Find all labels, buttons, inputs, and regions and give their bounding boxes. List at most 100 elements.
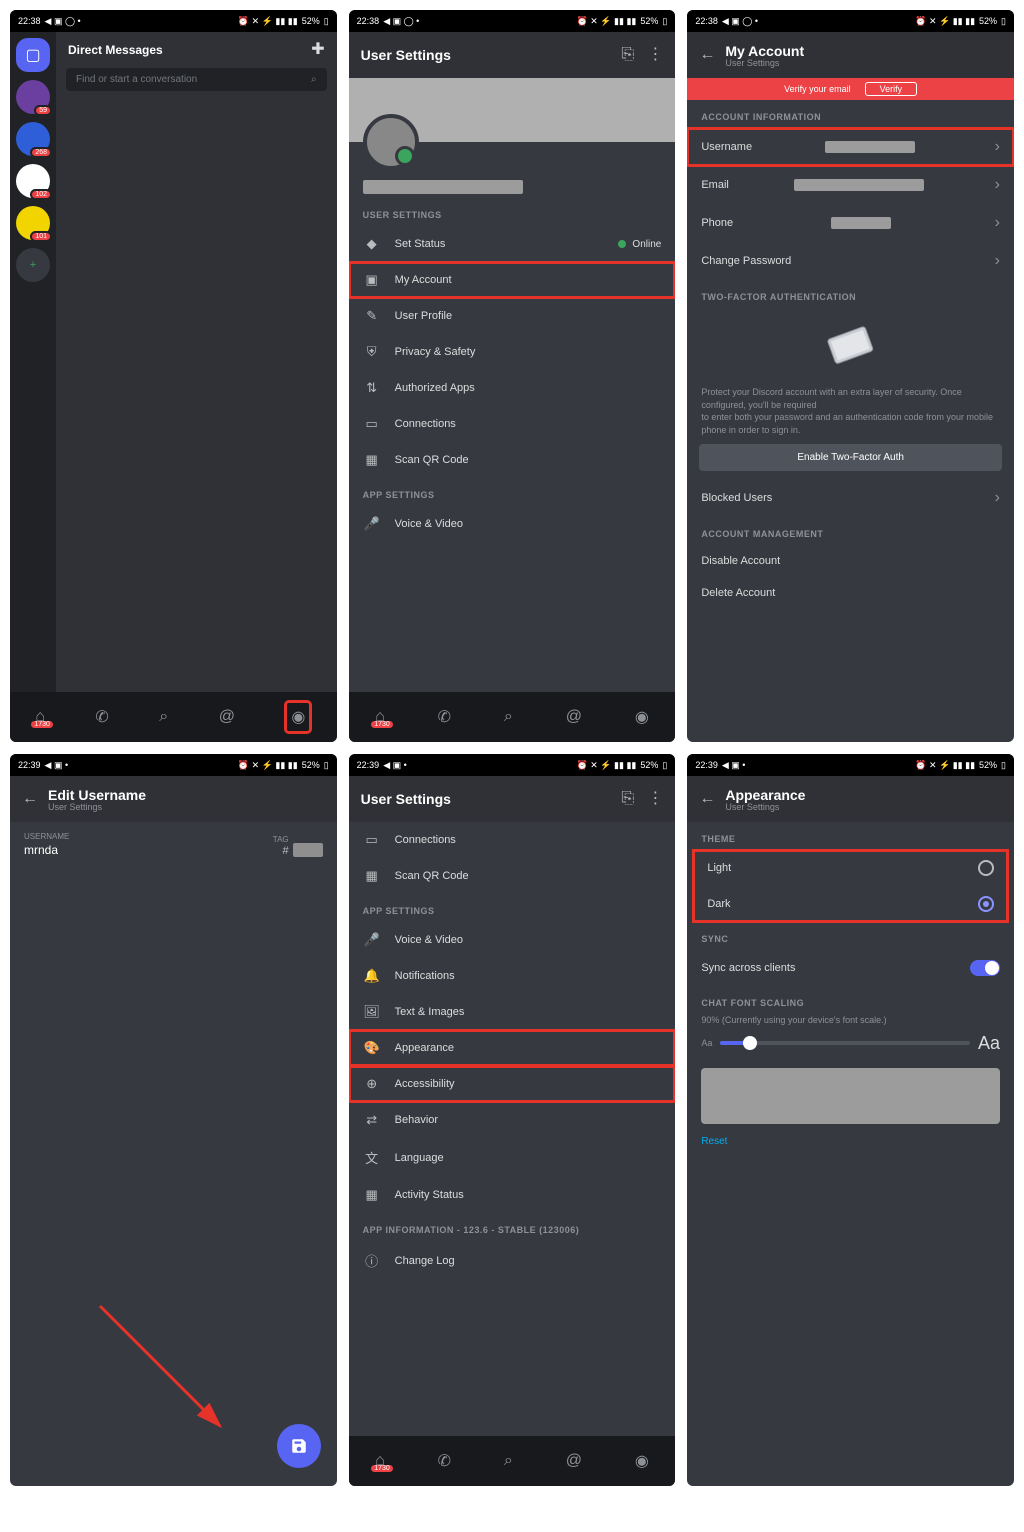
annotation-arrow bbox=[90, 1296, 240, 1446]
username-masked bbox=[363, 180, 523, 194]
change-password-row[interactable]: Change Password bbox=[687, 242, 1014, 280]
nav-home-icon[interactable]: ⌂1730 bbox=[35, 708, 45, 726]
status-bar: 22:38 ◀ ▣ ◯ • ⏰ ✕ ⚡ ▮▮ ▮▮ 52% ▯ bbox=[687, 10, 1014, 32]
notifications-row[interactable]: 🔔Notifications bbox=[349, 958, 676, 994]
logout-icon[interactable]: ⎘ bbox=[621, 791, 637, 807]
server-item[interactable]: 101 bbox=[16, 206, 50, 240]
avatar[interactable] bbox=[363, 114, 419, 170]
connections-row[interactable]: ▭Connections bbox=[349, 406, 676, 442]
screen-direct-messages: 22:38 ◀ ▣ ◯ • ⏰ ✕ ⚡ ▮▮ ▮▮ 52% ▯ ▢ 59 268… bbox=[10, 10, 337, 742]
back-icon[interactable]: ← bbox=[22, 791, 38, 807]
dm-title: Direct Messages bbox=[68, 43, 163, 57]
screen-user-settings: 22:38 ◀ ▣ ◯ • ⏰ ✕ ⚡ ▮▮ ▮▮ 52% ▯ User Set… bbox=[349, 10, 676, 742]
phone-row[interactable]: Phone bbox=[687, 204, 1014, 242]
search-icon: ⌕ bbox=[311, 74, 317, 85]
screen-edit-username: 22:39 ◀ ▣ • ⏰ ✕ ⚡ ▮▮ ▮▮ 52% ▯ ← Edit Use… bbox=[10, 754, 337, 1486]
voice-video-row[interactable]: 🎤Voice & Video bbox=[349, 922, 676, 958]
logout-icon[interactable]: ⎘ bbox=[621, 47, 637, 63]
privacy-safety-row[interactable]: ⛨Privacy & Safety bbox=[349, 334, 676, 370]
back-icon[interactable]: ← bbox=[699, 47, 715, 63]
theme-dark-row[interactable]: Dark bbox=[693, 886, 1008, 922]
text-images-row[interactable]: 🖼Text & Images bbox=[349, 994, 676, 1030]
page-title: User Settings bbox=[361, 47, 451, 63]
section-label: USER SETTINGS bbox=[349, 198, 676, 226]
username-field[interactable]: Username mrnda TAG # bbox=[10, 822, 337, 867]
nav-mentions-icon[interactable]: @ bbox=[566, 1452, 582, 1470]
voice-video-row[interactable]: 🎤Voice & Video bbox=[349, 506, 676, 542]
nav-profile-icon[interactable]: ◉ bbox=[635, 707, 649, 727]
screen-user-settings-2: 22:39 ◀ ▣ • ⏰ ✕ ⚡ ▮▮ ▮▮ 52% ▯ User Setti… bbox=[349, 754, 676, 1486]
user-profile-row[interactable]: ✎User Profile bbox=[349, 298, 676, 334]
screen-appearance: 22:39 ◀ ▣ • ⏰ ✕ ⚡ ▮▮ ▮▮ 52% ▯ ← Appearan… bbox=[687, 754, 1014, 1486]
header: User Settings ⎘ ⋮ bbox=[349, 32, 676, 78]
radio-off-icon bbox=[978, 860, 994, 876]
bottom-nav: ⌂1730 ✆ ⌕ @ ◉ bbox=[10, 692, 337, 742]
dm-home-button[interactable]: ▢ bbox=[16, 38, 50, 72]
delete-account-row[interactable]: Delete Account bbox=[687, 577, 1014, 609]
email-row[interactable]: Email bbox=[687, 166, 1014, 204]
verify-banner: Verify your email Verify bbox=[687, 78, 1014, 100]
appearance-row[interactable]: 🎨Appearance bbox=[349, 1030, 676, 1066]
status-bar: 22:39 ◀ ▣ • ⏰ ✕ ⚡ ▮▮ ▮▮ 52% ▯ bbox=[10, 754, 337, 776]
nav-mentions-icon[interactable]: @ bbox=[566, 708, 582, 726]
blocked-users-row[interactable]: Blocked Users bbox=[687, 479, 1014, 517]
add-server-button[interactable]: + bbox=[16, 248, 50, 282]
nav-mentions-icon[interactable]: @ bbox=[219, 708, 235, 726]
status-bar: 22:39 ◀ ▣ • ⏰ ✕ ⚡ ▮▮ ▮▮ 52% ▯ bbox=[349, 754, 676, 776]
back-icon[interactable]: ← bbox=[699, 791, 715, 807]
disable-account-row[interactable]: Disable Account bbox=[687, 545, 1014, 577]
activity-status-row[interactable]: ▦Activity Status bbox=[349, 1177, 676, 1213]
header: ← My Account User Settings bbox=[687, 32, 1014, 78]
verify-button[interactable]: Verify bbox=[865, 82, 918, 96]
server-item[interactable]: 268 bbox=[16, 122, 50, 156]
nav-profile-icon[interactable]: ◉ bbox=[635, 1451, 649, 1471]
font-scale-slider[interactable]: Aa Aa bbox=[687, 1027, 1014, 1060]
username-row[interactable]: Username bbox=[687, 128, 1014, 166]
language-row[interactable]: 文Language bbox=[349, 1138, 676, 1177]
status-bar: 22:38 ◀ ▣ ◯ • ⏰ ✕ ⚡ ▮▮ ▮▮ 52% ▯ bbox=[10, 10, 337, 32]
new-message-icon[interactable]: ✚ bbox=[311, 42, 324, 58]
radio-on-icon bbox=[978, 896, 994, 912]
connections-row[interactable]: ▭Connections bbox=[349, 822, 676, 858]
header: ← Appearance User Settings bbox=[687, 776, 1014, 822]
account-icon: ▣ bbox=[363, 272, 381, 288]
font-preview bbox=[701, 1068, 1000, 1124]
change-log-row[interactable]: ⓘChange Log bbox=[349, 1241, 676, 1280]
reset-link[interactable]: Reset bbox=[687, 1132, 1014, 1151]
my-account-row[interactable]: ▣ My Account bbox=[349, 262, 676, 298]
behavior-row[interactable]: ⇄Behavior bbox=[349, 1102, 676, 1138]
nav-search-icon[interactable]: ⌕ bbox=[159, 708, 168, 726]
nav-home-icon[interactable]: ⌂1730 bbox=[375, 1452, 385, 1470]
accessibility-row[interactable]: ⊕Accessibility bbox=[349, 1066, 676, 1102]
nav-profile-icon[interactable]: ◉ bbox=[285, 701, 311, 733]
enable-2fa-button[interactable]: Enable Two-Factor Auth bbox=[699, 444, 1002, 471]
save-fab[interactable] bbox=[277, 1424, 321, 1468]
scan-qr-row[interactable]: ▦Scan QR Code bbox=[349, 858, 676, 894]
bottom-nav: ⌂1730 ✆ ⌕ @ ◉ bbox=[349, 692, 676, 742]
overflow-icon[interactable]: ⋮ bbox=[647, 791, 663, 807]
overflow-icon[interactable]: ⋮ bbox=[647, 47, 663, 63]
toggle-on-icon bbox=[970, 960, 1000, 976]
nav-search-icon[interactable]: ⌕ bbox=[504, 1452, 513, 1470]
authorized-apps-row[interactable]: ⇅Authorized Apps bbox=[349, 370, 676, 406]
bottom-nav: ⌂1730 ✆ ⌕ @ ◉ bbox=[349, 1436, 676, 1486]
header: ← Edit Username User Settings bbox=[10, 776, 337, 822]
nav-home-icon[interactable]: ⌂1730 bbox=[375, 708, 385, 726]
server-item[interactable]: 102 bbox=[16, 164, 50, 198]
nav-friends-icon[interactable]: ✆ bbox=[95, 707, 108, 727]
tag-masked bbox=[293, 843, 323, 857]
set-status-row[interactable]: ◆ Set Status Online bbox=[349, 226, 676, 262]
nav-friends-icon[interactable]: ✆ bbox=[438, 1451, 451, 1471]
two-factor-illustration bbox=[687, 308, 1014, 386]
nav-search-icon[interactable]: ⌕ bbox=[504, 708, 513, 726]
page-title: Edit Username bbox=[48, 787, 146, 803]
sync-clients-row[interactable]: Sync across clients bbox=[687, 950, 1014, 986]
server-item[interactable]: 59 bbox=[16, 80, 50, 114]
nav-friends-icon[interactable]: ✆ bbox=[438, 707, 451, 727]
search-input[interactable]: Find or start a conversation ⌕ bbox=[66, 68, 327, 91]
server-list: ▢ 59 268 102 101 + bbox=[10, 32, 56, 692]
header: User Settings ⎘ ⋮ bbox=[349, 776, 676, 822]
page-title: My Account bbox=[725, 43, 804, 59]
theme-light-row[interactable]: Light bbox=[693, 850, 1008, 886]
scan-qr-row[interactable]: ▦Scan QR Code bbox=[349, 442, 676, 478]
